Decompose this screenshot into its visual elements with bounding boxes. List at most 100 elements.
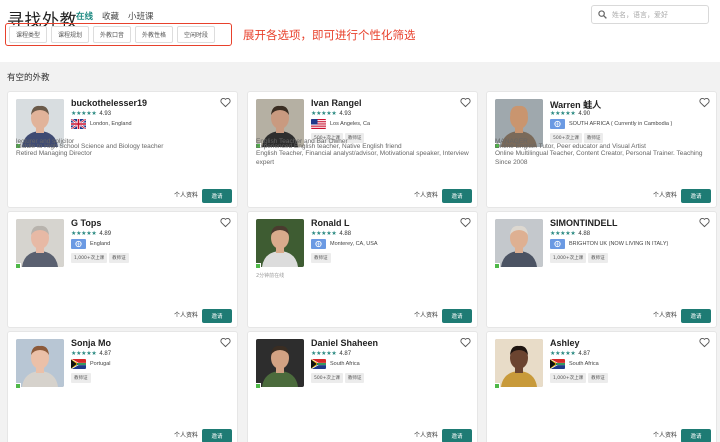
- location-text: South Africa: [569, 361, 599, 367]
- rating-value: 4.89: [99, 231, 112, 237]
- flag-icon: [71, 119, 86, 129]
- invite-button[interactable]: 邀请: [681, 429, 711, 442]
- location: Portugal: [71, 359, 111, 369]
- invite-button[interactable]: 邀请: [202, 429, 232, 442]
- rating-value: 4.90: [578, 111, 591, 117]
- badge: 教师证: [311, 253, 331, 263]
- teacher-card[interactable]: G Tops ★★★★★ 4.89 England 1,000+次上课 教师证 lectur…: [7, 138, 238, 328]
- tab-favorites[interactable]: 收藏: [102, 10, 119, 22]
- flag-icon: [71, 239, 86, 249]
- avatar[interactable]: [495, 339, 543, 387]
- location-text: SOUTH AFRICA ( Currently in Cambodia ): [569, 121, 673, 127]
- stars-icon: ★★★★★: [311, 351, 337, 357]
- teacher-card[interactable]: Ashley ★★★★★ 4.87 South Africa 1,000+次上课 教师证 O…: [486, 143, 717, 442]
- flag-icon: [311, 239, 326, 249]
- location-text: London, England: [90, 121, 132, 127]
- online-indicator: [15, 263, 21, 269]
- profile-link[interactable]: 个人资料: [653, 190, 677, 199]
- teacher-name[interactable]: Ivan Rangel: [311, 98, 362, 108]
- teacher-name[interactable]: buckothelesser19: [71, 98, 147, 108]
- teacher-name[interactable]: Ronald L: [311, 218, 350, 228]
- invite-button[interactable]: 邀请: [681, 309, 711, 323]
- badge: 教师证: [588, 253, 608, 263]
- teacher-headline: Online Multilingual Teacher, Content Cre…: [495, 150, 703, 166]
- badges: 教师证: [71, 373, 91, 383]
- avatar[interactable]: [256, 219, 304, 267]
- heart-icon[interactable]: [460, 97, 471, 108]
- online-indicator: [255, 263, 261, 269]
- heart-icon[interactable]: [699, 337, 710, 348]
- rating-value: 4.93: [99, 111, 112, 117]
- profile-link[interactable]: 个人资料: [414, 190, 438, 199]
- profile-link[interactable]: 个人资料: [653, 430, 677, 439]
- avatar[interactable]: [495, 219, 543, 267]
- tab-online[interactable]: 在线: [76, 10, 93, 22]
- teacher-name[interactable]: Ashley: [550, 338, 580, 348]
- top-bar: 寻找外教 在线 收藏 小班课 课程类型 课程规划 外教口音 外教性格 空闲时段 …: [0, 0, 720, 62]
- invite-button[interactable]: 邀请: [202, 309, 232, 323]
- heart-icon[interactable]: [220, 97, 231, 108]
- heart-icon[interactable]: [460, 337, 471, 348]
- teacher-name[interactable]: Sonja Mo: [71, 338, 111, 348]
- invite-button[interactable]: 邀请: [442, 309, 472, 323]
- location: SOUTH AFRICA ( Currently in Cambodia ): [550, 119, 672, 129]
- profile-link[interactable]: 个人资料: [414, 430, 438, 439]
- profile-link[interactable]: 个人资料: [174, 430, 198, 439]
- invite-button[interactable]: 邀请: [442, 189, 472, 203]
- invite-button[interactable]: 邀请: [202, 189, 232, 203]
- filter-personality[interactable]: 外教性格: [135, 26, 174, 43]
- search-box[interactable]: [591, 5, 709, 24]
- teacher-card[interactable]: Sonja Mo ★★★★★ 4.87 Portugal 教师证 Middle to Hi…: [7, 143, 238, 442]
- stars-icon: ★★★★★: [311, 111, 337, 117]
- avatar[interactable]: [16, 219, 64, 267]
- heart-icon[interactable]: [699, 97, 710, 108]
- teacher-card[interactable]: Daniel Shaheen ★★★★★ 4.87 South Africa 500+次…: [247, 143, 478, 442]
- filter-annotation: 展开各选项，即可进行个性化筛选: [243, 28, 416, 42]
- teacher-card[interactable]: SIMONTINDELL ★★★★★ 4.88 BRIGHTON UK (NOW LI…: [486, 138, 717, 328]
- flag-icon: [311, 119, 326, 129]
- rating-stars: ★★★★★ 4.93: [71, 110, 111, 117]
- teacher-card[interactable]: Ronald L ★★★★★ 4.88 Monterey, CA, USA 教师证 2分钟…: [247, 138, 478, 328]
- flag-icon: [550, 359, 565, 369]
- avatar[interactable]: [256, 339, 304, 387]
- nav-tabs: 在线 收藏 小班课: [76, 10, 154, 22]
- rating-stars: ★★★★★ 4.87: [311, 350, 351, 357]
- badge: 500+次上课: [311, 373, 343, 383]
- rating-stars: ★★★★★ 4.88: [311, 230, 351, 237]
- online-indicator: [494, 263, 500, 269]
- profile-link[interactable]: 个人资料: [653, 310, 677, 319]
- rating-value: 4.88: [578, 231, 591, 237]
- rating-value: 4.93: [339, 111, 352, 117]
- flag-icon: [71, 359, 86, 369]
- heart-icon[interactable]: [220, 337, 231, 348]
- avatar[interactable]: [16, 339, 64, 387]
- heart-icon[interactable]: [699, 217, 710, 228]
- location: London, England: [71, 119, 132, 129]
- invite-button[interactable]: 邀请: [442, 429, 472, 442]
- badge: 1,000+次上课: [71, 253, 108, 263]
- badge: 教师证: [344, 373, 365, 383]
- teacher-name[interactable]: Daniel Shaheen: [311, 338, 378, 348]
- invite-button[interactable]: 邀请: [681, 189, 711, 203]
- profile-link[interactable]: 个人资料: [414, 310, 438, 319]
- location: Monterey, CA, USA: [311, 239, 378, 249]
- profile-link[interactable]: 个人资料: [174, 310, 198, 319]
- profile-link[interactable]: 个人资料: [174, 190, 198, 199]
- badge: 教师证: [588, 373, 608, 383]
- stars-icon: ★★★★★: [71, 351, 97, 357]
- teacher-name[interactable]: G Tops: [71, 218, 101, 228]
- filter-course-type[interactable]: 课程类型: [9, 26, 47, 43]
- filter-availability[interactable]: 空闲时段: [177, 26, 216, 43]
- badges: 1,000+次上课 教师证: [71, 253, 129, 263]
- teacher-name[interactable]: SIMONTINDELL: [550, 218, 618, 228]
- search-input[interactable]: [612, 10, 704, 19]
- filter-accent[interactable]: 外教口音: [93, 26, 132, 43]
- heart-icon[interactable]: [220, 217, 231, 228]
- filter-course-plan[interactable]: 课程规划: [51, 26, 90, 43]
- tab-small-class[interactable]: 小班课: [128, 10, 154, 22]
- badges: 1,000+次上课 教师证: [550, 253, 608, 263]
- heart-icon[interactable]: [460, 217, 471, 228]
- stars-icon: ★★★★★: [550, 231, 576, 237]
- location: Los Angeles, Ca: [311, 119, 370, 129]
- flag-icon: [550, 239, 565, 249]
